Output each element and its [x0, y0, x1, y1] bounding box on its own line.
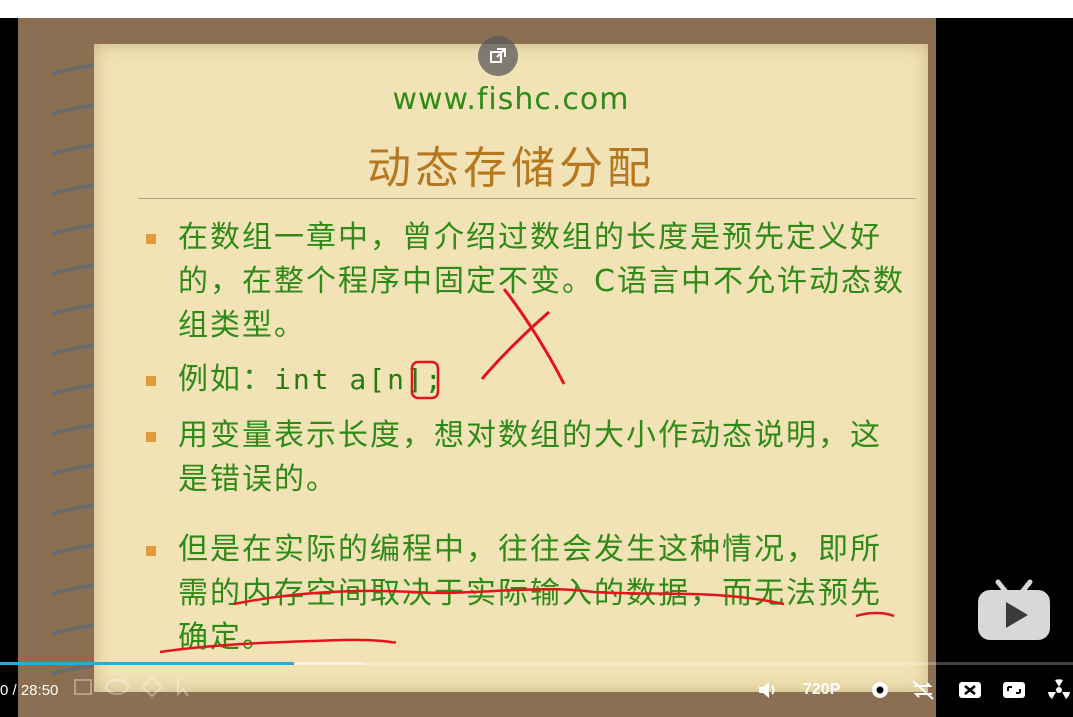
- title-divider: [138, 198, 916, 199]
- bullet-1: 在数组一章中，曾介绍过数组的长度是预先定义好的，在整个程序中固定不变。C语言中不…: [178, 220, 905, 343]
- loop-off-icon[interactable]: [910, 674, 936, 706]
- progress-played: [0, 662, 294, 665]
- bullet-3: 用变量表示长度，想对数组的大小作动态说明，这是错误的。: [178, 418, 882, 497]
- quality-selector[interactable]: 720P: [803, 674, 840, 706]
- play-icon[interactable]: [976, 578, 1052, 644]
- danmaku-icon[interactable]: [958, 674, 982, 706]
- eraser-icon[interactable]: [104, 676, 130, 698]
- list-icon[interactable]: [72, 676, 94, 698]
- bullet-marker: [146, 546, 156, 556]
- slide-paper: www.fishc.com 动态存储分配 在数组一章中，曾介绍过数组的长度是预先…: [94, 44, 928, 692]
- bullet-2-prefix: 例如：: [178, 362, 274, 397]
- bullet-2: 例如：int a[n];: [178, 358, 908, 402]
- bullet-marker: [146, 432, 156, 442]
- progress-bar[interactable]: [0, 662, 1073, 665]
- slide-frame: www.fishc.com 动态存储分配 在数组一章中，曾介绍过数组的长度是预先…: [18, 18, 936, 717]
- slide-title: 动态存储分配: [367, 143, 655, 194]
- pointer-icon[interactable]: [174, 676, 194, 698]
- annotation-toolbar: [72, 676, 194, 698]
- time-display: 0 / 28:50: [0, 681, 59, 699]
- fullscreen-icon[interactable]: [1002, 674, 1026, 706]
- popout-icon[interactable]: [478, 36, 518, 76]
- bullet-2-code: int a[n];: [274, 363, 444, 396]
- settings-icon[interactable]: [868, 674, 892, 706]
- site-url: www.fishc.com: [392, 82, 630, 117]
- bullet-4: 但是在实际的编程中，往往会发生这种情况，即所需的内存空间取决于实际输入的数据，而…: [178, 532, 882, 655]
- video-player[interactable]: www.fishc.com 动态存储分配 在数组一章中，曾介绍过数组的长度是预先…: [0, 18, 1073, 717]
- bullet-marker: [146, 234, 156, 244]
- radiation-icon[interactable]: [1046, 674, 1072, 706]
- bullet-marker: [146, 376, 156, 386]
- diamond-icon[interactable]: [140, 676, 164, 698]
- volume-icon[interactable]: [756, 674, 780, 706]
